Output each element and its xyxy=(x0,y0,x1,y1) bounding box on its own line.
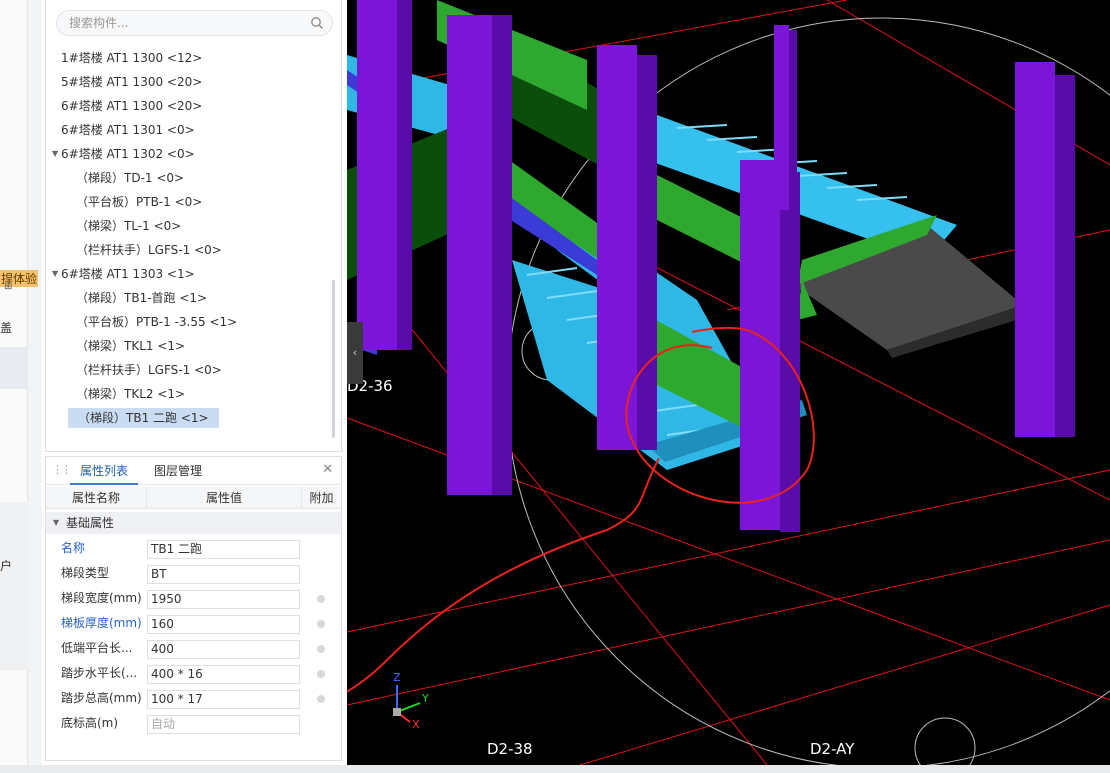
close-icon[interactable]: ✕ xyxy=(322,462,333,477)
component-tree-panel: 1#塔楼 AT1 1300 <12> 5#塔楼 AT1 1300 <20> 6#… xyxy=(45,0,342,452)
tree-item-label: （梯梁）TKL1 <1> xyxy=(76,339,186,353)
property-panel: ⋮⋮ 属性列表 图层管理 ✕ 属性名称 属性值 附加 ▼ 基础属性 名称 TB1… xyxy=(45,456,342,761)
extra-checkbox[interactable] xyxy=(317,620,325,628)
tree-item-label: （平台板）PTB-1 <0> xyxy=(76,195,203,209)
tree-item-label: 6#塔楼 AT1 1301 <0> xyxy=(61,123,195,137)
tree-item[interactable]: （栏杆扶手）LGFS-1 <0> xyxy=(76,360,222,380)
tab-property-list[interactable]: 属性列表 xyxy=(70,457,138,485)
tree-item-label: （梯梁）TKL2 <1> xyxy=(76,387,186,401)
search-icon[interactable] xyxy=(310,16,324,30)
property-row: 名称 TB1 二跑 xyxy=(46,536,341,561)
property-group-label: 基础属性 xyxy=(66,516,115,530)
gizmo-x-label: X xyxy=(412,718,420,731)
tree-item[interactable]: ▼ 6#塔楼 AT1 1303 <1> xyxy=(52,264,195,284)
property-value-input[interactable]: 100 * 17 xyxy=(147,690,300,709)
property-row: 低端平台长... 400 xyxy=(46,636,341,661)
tree-item[interactable]: （梯梁）TL-1 <0> xyxy=(76,216,181,236)
property-name: 踏步水平长(... xyxy=(61,666,138,680)
property-group[interactable]: ▼ 基础属性 xyxy=(46,512,341,534)
property-value-input[interactable]: 400 * 16 xyxy=(147,665,300,684)
column-header-value: 属性值 xyxy=(147,487,302,509)
tree-item[interactable]: ▼ 6#塔楼 AT1 1302 <0> xyxy=(52,144,195,164)
property-row: 梯板厚度(mm) 160 xyxy=(46,611,341,636)
property-row: 底标高(m) 自动 xyxy=(46,711,341,736)
bottom-toolbar xyxy=(0,765,1110,773)
search-box[interactable] xyxy=(56,10,333,36)
extra-checkbox[interactable] xyxy=(317,645,325,653)
tree-item[interactable]: （栏杆扶手）LGFS-1 <0> xyxy=(76,240,222,260)
property-row: 梯段宽度(mm) 1950 xyxy=(46,586,341,611)
property-name: 踏步总高(mm) xyxy=(61,691,142,705)
tree-item[interactable]: （梯段）TB1-首跑 <1> xyxy=(76,288,207,308)
property-value-input[interactable]: 自动 xyxy=(147,715,300,734)
tree-item-label: （梯段）TB1-首跑 <1> xyxy=(76,291,208,305)
tree-item-label: （梯段）TD-1 <0> xyxy=(76,171,185,185)
platform xyxy=(787,215,1023,358)
property-value-input[interactable]: 160 xyxy=(147,615,300,634)
3d-model-canvas xyxy=(347,0,1110,765)
tree-item-label: 5#塔楼 AT1 1300 <20> xyxy=(61,75,203,89)
tree-item-label: 6#塔楼 AT1 1303 <1> xyxy=(61,267,195,281)
property-value-input[interactable]: 1950 xyxy=(147,590,300,609)
left-strip-label-a[interactable]: 盖 xyxy=(0,319,12,336)
property-row: 踏步总高(mm) 100 * 17 xyxy=(46,686,341,711)
expand-arrow-icon[interactable]: ▼ xyxy=(52,264,58,284)
tree-item-label: （平台板）PTB-1 -3.55 <1> xyxy=(76,315,238,329)
left-sidebar-strip: 捍体验 ⊞ 盖 户 xyxy=(0,0,42,773)
tree-item[interactable]: （梯梁）TKL2 <1> xyxy=(76,384,185,404)
left-strip-label-b[interactable]: 户 xyxy=(0,557,12,574)
grid-axis-label: D2-AY xyxy=(810,740,855,758)
left-strip-section xyxy=(0,502,28,670)
extra-checkbox[interactable] xyxy=(317,695,325,703)
tree-item[interactable]: （平台板）PTB-1 <0> xyxy=(76,192,202,212)
property-tabs: ⋮⋮ 属性列表 图层管理 ✕ xyxy=(46,457,341,485)
property-row: 梯段类型 BT xyxy=(46,561,341,586)
property-value-input[interactable]: BT xyxy=(147,565,300,584)
tree-item-label: （梯梁）TL-1 <0> xyxy=(76,219,182,233)
property-row: 踏步水平长(... 400 * 16 xyxy=(46,661,341,686)
tree-item-label: （栏杆扶手）LGFS-1 <0> xyxy=(76,363,222,377)
extra-checkbox[interactable] xyxy=(317,595,325,603)
tree-item[interactable]: 5#塔楼 AT1 1300 <20> xyxy=(61,72,202,92)
tree-item-label: 6#塔楼 AT1 1302 <0> xyxy=(61,147,195,161)
left-strip-active-item[interactable] xyxy=(0,347,28,389)
property-table-header: 属性名称 属性值 附加 xyxy=(46,487,341,509)
tree-scrollbar[interactable] xyxy=(332,280,335,438)
tree-item-selected[interactable]: （梯段）TB1 二跑 <1> xyxy=(68,408,219,428)
property-value-input[interactable]: TB1 二跑 xyxy=(147,540,300,559)
property-name: 低端平台长... xyxy=(61,641,133,655)
tree-item-label: 1#塔楼 AT1 1300 <12> xyxy=(61,51,203,65)
property-name: 梯板厚度(mm) xyxy=(61,616,142,630)
property-name: 梯段类型 xyxy=(61,566,110,580)
drag-handle-icon[interactable]: ⋮⋮ xyxy=(52,463,72,476)
expand-arrow-icon[interactable]: ▼ xyxy=(52,144,58,164)
tree-item[interactable]: 1#塔楼 AT1 1300 <12> xyxy=(61,48,202,68)
tree-item-label: （梯段）TB1 二跑 <1> xyxy=(78,411,209,425)
tab-layer-management[interactable]: 图层管理 xyxy=(142,457,214,485)
grid-icon: ⊞ xyxy=(4,281,13,292)
tree-item[interactable]: 6#塔楼 AT1 1300 <20> xyxy=(61,96,202,116)
gizmo-z-label: Z xyxy=(393,671,401,684)
extra-checkbox[interactable] xyxy=(317,670,325,678)
tree-item[interactable]: 6#塔楼 AT1 1301 <0> xyxy=(61,120,195,140)
collapse-panel-button[interactable]: ‹ xyxy=(347,322,363,384)
search-input[interactable] xyxy=(67,14,297,32)
property-name: 底标高(m) xyxy=(61,716,119,730)
property-name: 名称 xyxy=(61,541,86,555)
column-header-name: 属性名称 xyxy=(46,487,147,509)
tree-item-label: （栏杆扶手）LGFS-1 <0> xyxy=(76,243,222,257)
tree-item[interactable]: （平台板）PTB-1 -3.55 <1> xyxy=(76,312,237,332)
property-name: 梯段宽度(mm) xyxy=(61,591,142,605)
3d-viewport[interactable]: D2-36 D2-38 D2-AY Z Y X xyxy=(347,0,1110,765)
tree-item[interactable]: （梯段）TD-1 <0> xyxy=(76,168,184,188)
collapse-arrow-icon[interactable]: ▼ xyxy=(53,512,59,534)
tree-item[interactable]: （梯梁）TKL1 <1> xyxy=(76,336,185,356)
column-header-extra: 附加 xyxy=(309,491,334,505)
gizmo-y-label: Y xyxy=(422,692,429,705)
tree-item-label: 6#塔楼 AT1 1300 <20> xyxy=(61,99,203,113)
grid-axis-label: D2-38 xyxy=(487,740,533,758)
property-value-input[interactable]: 400 xyxy=(147,640,300,659)
